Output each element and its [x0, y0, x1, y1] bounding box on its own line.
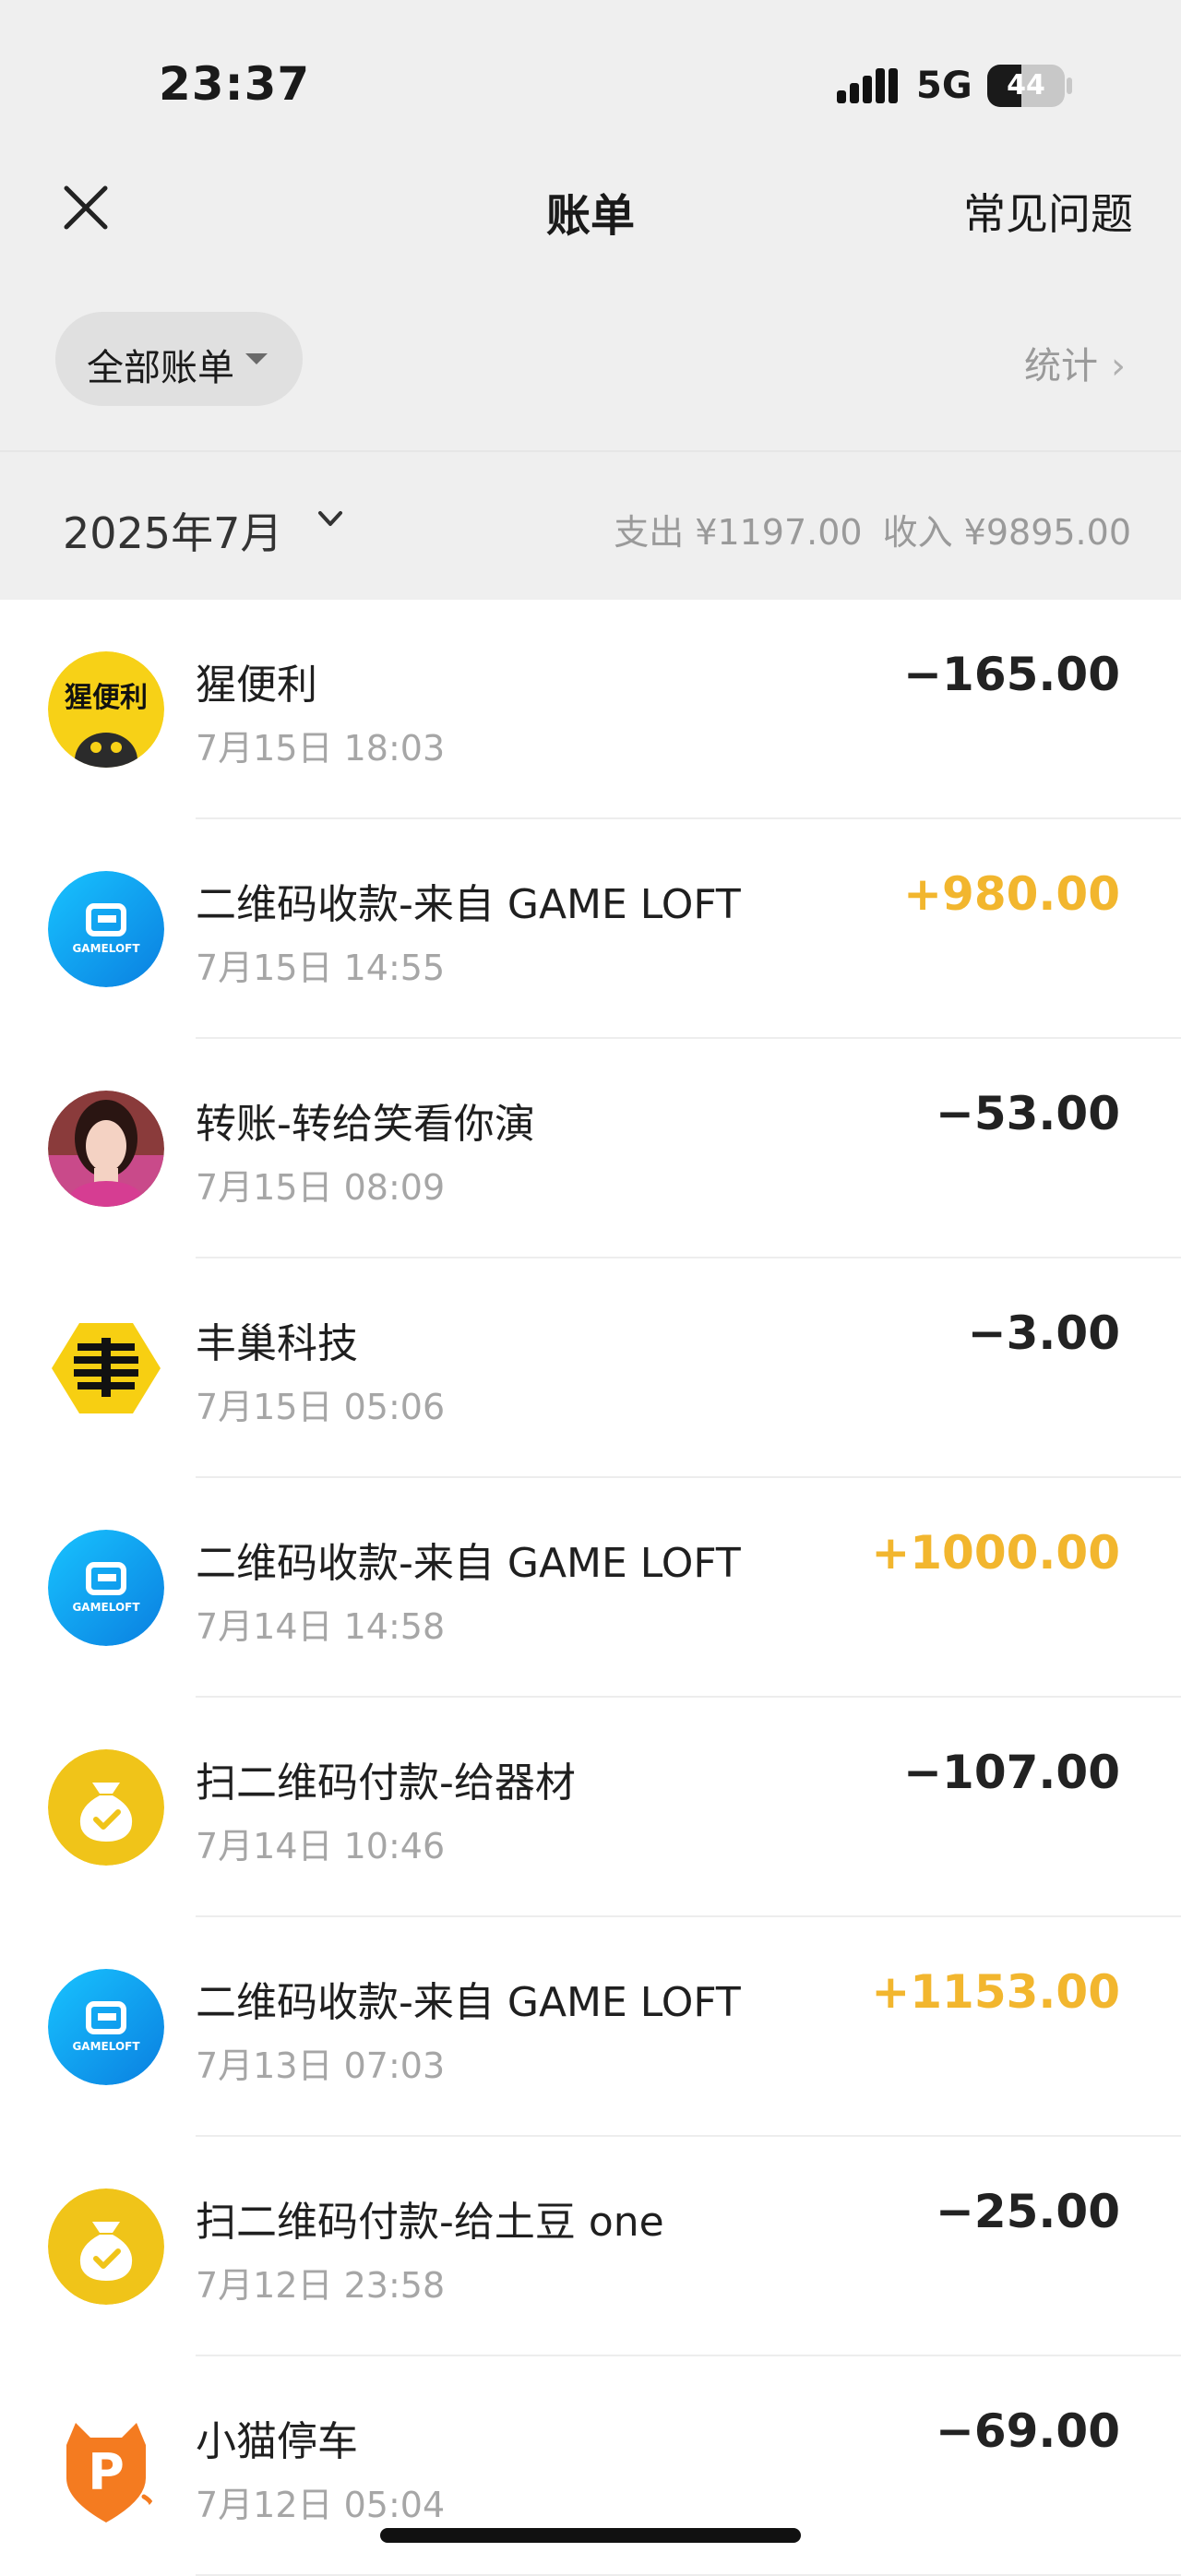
- money-bag-icon: [48, 2188, 164, 2305]
- transaction-list: 猩便利 猩便利 7月15日 18:03 −165.00 GAMELOFT 二维码…: [0, 600, 1181, 2576]
- transaction-title: 小猫停车: [196, 2418, 358, 2465]
- chevron-down-icon[interactable]: [316, 504, 345, 533]
- hive-box-logo: [48, 1310, 164, 1426]
- transaction-amount: +980.00: [903, 867, 1120, 921]
- network-label: 5G: [916, 65, 972, 107]
- month-summary: 支出 ¥1197.00 收入 ¥9895.00: [593, 504, 1131, 555]
- transaction-row[interactable]: GAMELOFT 二维码收款-来自 GAME LOFT 7月13日 07:03 …: [0, 1917, 1181, 2137]
- transaction-amount: −165.00: [903, 648, 1120, 701]
- transaction-row[interactable]: GAMELOFT 二维码收款-来自 GAME LOFT 7月15日 14:55 …: [0, 819, 1181, 1039]
- caret-down-icon: [245, 353, 268, 364]
- month-selector[interactable]: 2025年7月: [63, 500, 282, 561]
- transaction-time: 7月15日 14:55: [196, 948, 446, 988]
- transaction-row[interactable]: 扫二维码付款-给器材 7月14日 10:46 −107.00: [0, 1698, 1181, 1917]
- money-bag-icon: [48, 1749, 164, 1866]
- user-avatar: [48, 1091, 164, 1207]
- transaction-amount: −53.00: [935, 1087, 1120, 1140]
- filter-label: 全部账单: [87, 347, 234, 389]
- transaction-time: 7月15日 08:09: [196, 1167, 446, 1208]
- battery-tip: [1067, 78, 1072, 94]
- transaction-row[interactable]: 猩便利 猩便利 7月15日 18:03 −165.00: [0, 600, 1181, 819]
- gameloft-logo: GAMELOFT: [48, 871, 164, 987]
- stats-label: 统计: [1024, 345, 1098, 388]
- transaction-time: 7月12日 23:58: [196, 2265, 446, 2306]
- svg-text:GAMELOFT: GAMELOFT: [72, 942, 140, 955]
- transaction-amount: −107.00: [903, 1746, 1120, 1799]
- faq-link[interactable]: 常见问题: [963, 181, 1133, 242]
- transaction-row[interactable]: 转账-转给笑看你演 7月15日 08:09 −53.00: [0, 1039, 1181, 1258]
- home-indicator: [380, 2528, 801, 2543]
- bill-filter-dropdown[interactable]: 全部账单: [55, 312, 303, 406]
- transaction-time: 7月14日 14:58: [196, 1606, 446, 1647]
- transaction-amount: −3.00: [967, 1306, 1120, 1360]
- transaction-title: 扫二维码付款-给土豆 one: [196, 2199, 664, 2246]
- svg-text:GAMELOFT: GAMELOFT: [72, 2040, 140, 2053]
- transaction-title: 二维码收款-来自 GAME LOFT: [196, 1979, 741, 2026]
- transaction-time: 7月15日 18:03: [196, 728, 446, 769]
- signal-icon: [837, 68, 898, 103]
- gameloft-logo: GAMELOFT: [48, 1969, 164, 2085]
- parking-logo: P: [48, 2408, 164, 2524]
- nav-bar: 账单 常见问题: [0, 157, 1181, 258]
- svg-text:P: P: [88, 2443, 125, 2501]
- transaction-title: 猩便利: [196, 662, 317, 709]
- transaction-time: 7月12日 05:04: [196, 2485, 446, 2525]
- transaction-time: 7月14日 10:46: [196, 1826, 446, 1866]
- battery-level: 44: [1007, 69, 1045, 101]
- month-bar: 2025年7月 支出 ¥1197.00 收入 ¥9895.00: [0, 450, 1181, 602]
- transaction-title: 二维码收款-来自 GAME LOFT: [196, 1540, 741, 1587]
- transaction-title: 扫二维码付款-给器材: [196, 1759, 576, 1807]
- transaction-amount: −25.00: [935, 2185, 1120, 2238]
- transaction-row[interactable]: P 小猫停车 7月12日 05:04 −69.00: [0, 2356, 1181, 2576]
- transaction-time: 7月13日 07:03: [196, 2045, 446, 2086]
- transaction-row[interactable]: 丰巢科技 7月15日 05:06 −3.00: [0, 1258, 1181, 1478]
- transaction-row[interactable]: GAMELOFT 二维码收款-来自 GAME LOFT 7月14日 14:58 …: [0, 1478, 1181, 1698]
- status-bar: 23:37 5G 44: [0, 0, 1181, 148]
- transaction-time: 7月15日 05:06: [196, 1387, 446, 1427]
- gameloft-logo: GAMELOFT: [48, 1530, 164, 1646]
- transaction-row[interactable]: 扫二维码付款-给土豆 one 7月12日 23:58 −25.00: [0, 2137, 1181, 2356]
- status-time: 23:37: [159, 57, 311, 111]
- transaction-title: 丰巢科技: [196, 1320, 358, 1367]
- transaction-title: 二维码收款-来自 GAME LOFT: [196, 881, 741, 928]
- transaction-amount: +1000.00: [871, 1526, 1120, 1580]
- svg-text:猩便利: 猩便利: [65, 682, 148, 714]
- chevron-right-icon: ›: [1111, 345, 1126, 388]
- expense-total: 支出 ¥1197.00: [614, 512, 863, 553]
- transaction-amount: +1153.00: [871, 1965, 1120, 2019]
- stats-link[interactable]: 统计 ›: [1024, 336, 1126, 389]
- xingbianli-logo: 猩便利: [48, 651, 164, 768]
- transaction-amount: −69.00: [935, 2404, 1120, 2458]
- svg-text:GAMELOFT: GAMELOFT: [72, 1601, 140, 1614]
- income-total: 收入 ¥9895.00: [882, 512, 1131, 553]
- transaction-title: 转账-转给笑看你演: [196, 1101, 535, 1148]
- battery-icon: 44: [987, 65, 1065, 107]
